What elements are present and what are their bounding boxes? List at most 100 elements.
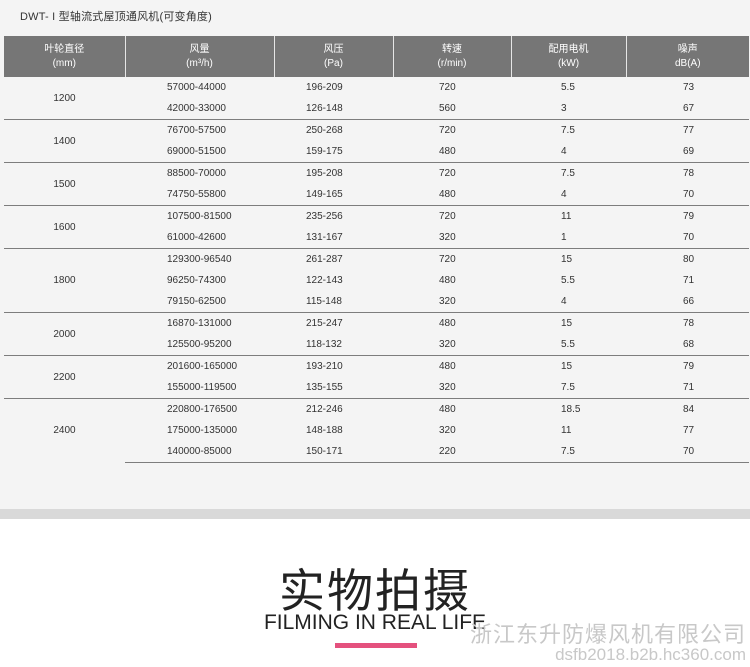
table-row: 2000 16870-131000 215-247 480 15 78 bbox=[4, 312, 749, 356]
cell-speed: 320 bbox=[439, 339, 456, 350]
cell-speed: 720 bbox=[439, 82, 456, 93]
cell-noise: 78 bbox=[626, 162, 749, 184]
cell-flow: 220800-176500 bbox=[125, 398, 274, 420]
cell-pressure: 118-132 bbox=[306, 339, 342, 350]
cell-motor: 5.5 bbox=[561, 82, 575, 93]
cell-speed: 480 bbox=[393, 312, 511, 334]
header-flow: 风量 (m³/h) bbox=[125, 36, 275, 77]
cell-speed: 320 bbox=[439, 296, 456, 307]
cell-noise: 70 bbox=[683, 232, 695, 243]
cell-motor: 4 bbox=[561, 146, 567, 157]
cell-motor: 15 bbox=[511, 355, 626, 377]
header-motor: 配用电机 (kW) bbox=[511, 36, 627, 77]
cell-motor: 7.5 bbox=[511, 119, 626, 141]
cell-noise: 80 bbox=[626, 248, 749, 270]
cell-pressure: 196-209 bbox=[306, 82, 343, 93]
cell-flow: 61000-42600 bbox=[167, 232, 226, 243]
cell-diameter: 1500 bbox=[4, 162, 125, 206]
table-row: 2200 201600-165000 193-210 480 15 79 bbox=[4, 355, 749, 399]
cell-motor: 7.5 bbox=[511, 162, 626, 184]
table-row: 1600 107500-81500 235-256 720 11 79 bbox=[4, 205, 749, 249]
cell-diameter: 1600 bbox=[4, 205, 125, 249]
cell-pressure: 131-167 bbox=[306, 232, 343, 243]
cell-motor: 5.5 bbox=[561, 275, 575, 286]
cell-pressure: 126-148 bbox=[306, 103, 343, 114]
cell-flow: 57000-44000 bbox=[167, 82, 226, 93]
cell-flow: 140000-85000 bbox=[125, 441, 274, 463]
cell-speed: 320 bbox=[439, 382, 456, 393]
cell-motor: 15 bbox=[511, 248, 626, 270]
cell-pressure: 215-247 bbox=[274, 312, 393, 334]
cell-flow: 96250-74300 bbox=[167, 275, 226, 286]
cell-flow: 42000-33000 bbox=[167, 103, 226, 114]
cell-motor: 11 bbox=[511, 205, 626, 227]
cell-flow: 88500-70000 bbox=[125, 162, 274, 184]
cell-pressure: 149-165 bbox=[306, 189, 343, 200]
cell-noise: 68 bbox=[683, 339, 695, 350]
cell-noise: 73 bbox=[683, 82, 695, 93]
cell-flow: 125500-95200 bbox=[167, 339, 232, 350]
cell-motor: 7.5 bbox=[561, 382, 575, 393]
table-row: 1400 76700-57500 250-268 720 7.5 77 bbox=[4, 119, 749, 163]
cell-flow: 129300-96540 bbox=[125, 248, 274, 270]
header-speed: 转速 (r/min) bbox=[393, 36, 512, 77]
cell-motor: 15 bbox=[511, 312, 626, 334]
cell-motor: 7.5 bbox=[511, 441, 626, 463]
cell-noise: 71 bbox=[683, 382, 695, 393]
cell-noise: 71 bbox=[683, 275, 695, 286]
cell-pressure: 159-175 bbox=[306, 146, 343, 157]
table-title: DWT- I 型轴流式屋顶通风机(可变角度) bbox=[20, 11, 212, 23]
accent-bar bbox=[335, 643, 417, 648]
header-noise: 噪声 dB(A) bbox=[626, 36, 749, 77]
cell-pressure: 235-256 bbox=[274, 205, 393, 227]
cell-noise: 67 bbox=[683, 103, 695, 114]
cell-pressure: 122-143 bbox=[306, 275, 343, 286]
table-header-row: 叶轮直径 (mm) 风量 (m³/h) 风压 (Pa) 转速 (r/min) 配用电机(… bbox=[4, 36, 749, 77]
cell-motor: 4 bbox=[561, 189, 567, 200]
cell-motor: 1 bbox=[561, 232, 567, 243]
table-row: 2400 220800-176500 212-246 480 18.5 84 bbox=[4, 398, 749, 463]
cell-diameter: 2000 bbox=[4, 312, 125, 356]
cell-speed: 720 bbox=[393, 205, 511, 227]
cell-speed: 320 bbox=[439, 232, 456, 243]
section-divider bbox=[0, 509, 750, 519]
header-pressure: 风压 (Pa) bbox=[274, 36, 394, 77]
cell-flow: 69000-51500 bbox=[167, 146, 226, 157]
cell-motor: 3 bbox=[561, 103, 567, 114]
table-row: 1800 129300-96540 261-287 720 15 80 bbox=[4, 248, 749, 313]
cell-flow: 74750-55800 bbox=[167, 189, 226, 200]
cell-speed: 480 bbox=[393, 398, 511, 420]
cell-pressure: 135-155 bbox=[306, 382, 343, 393]
cell-noise: 66 bbox=[683, 296, 695, 307]
cell-motor: 11 bbox=[561, 425, 572, 436]
cell-pressure: 115-148 bbox=[306, 296, 342, 307]
cell-flow: 79150-62500 bbox=[167, 296, 226, 307]
cell-speed: 480 bbox=[439, 275, 456, 286]
spec-table: 叶轮直径 (mm) 风量 (m³/h) 风压 (Pa) 转速 (r/min) 配用电机(… bbox=[4, 36, 749, 463]
cell-noise: 70 bbox=[683, 189, 695, 200]
spec-section: DWT- I 型轴流式屋顶通风机(可变角度) 叶轮直径 (mm) 风量 (m³/h)… bbox=[0, 0, 750, 509]
cell-noise: 77 bbox=[683, 425, 695, 436]
watermark-url: dsfb2018.b2b.hc360.com bbox=[555, 645, 746, 664]
cell-motor: 4 bbox=[561, 296, 567, 307]
cell-motor: 5.5 bbox=[561, 339, 575, 350]
table-row: 1500 88500-70000 195-208 720 7.5 78 bbox=[4, 162, 749, 206]
cell-speed: 720 bbox=[393, 248, 511, 270]
table-row: 1200 57000-44000 196-209 720 5.5 73 bbox=[4, 77, 749, 104]
cell-diameter: 1800 bbox=[4, 248, 125, 313]
cell-pressure: 148-188 bbox=[306, 425, 343, 436]
cell-speed: 320 bbox=[439, 425, 456, 436]
cell-speed: 220 bbox=[393, 441, 511, 463]
cell-speed: 720 bbox=[393, 162, 511, 184]
cell-pressure: 250-268 bbox=[274, 119, 393, 141]
cell-noise: 79 bbox=[626, 205, 749, 227]
cell-speed: 720 bbox=[393, 119, 511, 141]
header-diameter: 叶轮直径 (mm) bbox=[4, 36, 126, 77]
cell-speed: 480 bbox=[393, 355, 511, 377]
cell-diameter: 1200 bbox=[53, 92, 76, 104]
cell-flow: 107500-81500 bbox=[125, 205, 274, 227]
cell-noise: 79 bbox=[626, 355, 749, 377]
table-body: 1200 57000-44000 196-209 720 5.5 73 42000-3300… bbox=[4, 77, 749, 463]
cell-speed: 480 bbox=[439, 189, 456, 200]
cell-noise: 70 bbox=[626, 441, 749, 463]
